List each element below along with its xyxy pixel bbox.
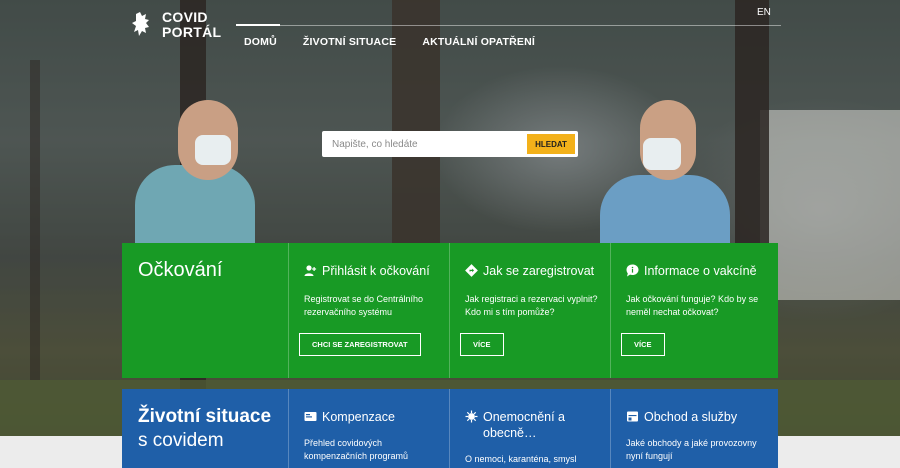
card-description: Jak registraci a rezervaci vyplnit? Kdo … xyxy=(465,294,598,317)
logo-text: COVID PORTÁL xyxy=(162,9,222,40)
register-button[interactable]: CHCI SE ZAREGISTROVAT xyxy=(299,333,421,356)
card-description: Jak očkování funguje? Kdo by se neměl ne… xyxy=(626,294,759,317)
background-building xyxy=(760,110,900,300)
nav-item-life-situations[interactable]: ŽIVOTNÍ SITUACE xyxy=(303,36,396,48)
vaccination-panel: Očkování Přihlásit k očkování Registrova… xyxy=(122,243,778,378)
life-card-shops[interactable]: Obchod a služby Jaké obchody a jaké prov… xyxy=(610,389,771,468)
direction-sign-icon xyxy=(465,264,478,277)
life-situations-subtitle: s covidem xyxy=(138,430,224,451)
life-situations-panel: Životní situace s covidem Kompenzace Pře… xyxy=(122,389,778,468)
card-title: Onemocnění a obecně… xyxy=(483,410,565,440)
card-description: Registrovat se do Centrálního rezervační… xyxy=(304,294,424,317)
nav-item-home[interactable]: DOMŮ xyxy=(244,36,277,48)
search-bar: HLEDAT xyxy=(322,131,578,157)
search-button[interactable]: HLEDAT xyxy=(527,134,575,154)
language-switch[interactable]: EN xyxy=(757,7,771,18)
card-title: Obchod a služby xyxy=(644,410,738,424)
user-plus-icon xyxy=(304,265,317,276)
background-person xyxy=(135,165,255,255)
vaccination-card-how-to-register: Jak se zaregistrovat Jak registraci a re… xyxy=(449,243,610,378)
virus-icon xyxy=(465,410,478,423)
card-title: Kompenzace xyxy=(322,410,395,424)
vaccination-card-register: Přihlásit k očkování Registrovat se do C… xyxy=(288,243,449,378)
card-icon xyxy=(304,412,317,421)
card-description: O nemoci, karanténa, smysl xyxy=(465,454,577,464)
search-input[interactable] xyxy=(322,131,527,157)
card-description: Jaké obchody a jaké provozovny nyní fung… xyxy=(626,438,757,461)
nav-divider xyxy=(236,25,781,26)
card-title[interactable]: Jak se zaregistrovat xyxy=(483,263,594,279)
lion-logo-icon xyxy=(132,12,149,36)
chat-info-icon xyxy=(626,264,639,277)
more-button[interactable]: VÍCE xyxy=(621,333,665,356)
site-logo[interactable]: COVID PORTÁL xyxy=(130,10,221,40)
shop-icon xyxy=(627,411,638,422)
main-nav: DOMŮ ŽIVOTNÍ SITUACE AKTUÁLNÍ OPATŘENÍ xyxy=(244,36,535,48)
card-description: Přehled covidových kompenzačních program… xyxy=(304,438,409,461)
face-mask xyxy=(195,135,231,165)
card-title[interactable]: Přihlásit k očkování xyxy=(322,263,430,279)
nav-active-indicator xyxy=(236,24,280,26)
vaccination-title: Očkování xyxy=(138,259,223,281)
background-tree xyxy=(735,0,769,260)
face-mask xyxy=(643,138,681,170)
vaccination-card-vaccine-info: Informace o vakcíně Jak očkování funguje… xyxy=(610,243,771,378)
card-title[interactable]: Informace o vakcíně xyxy=(644,263,757,279)
life-card-disease[interactable]: Onemocnění a obecně… O nemoci, karanténa… xyxy=(449,389,610,468)
nav-item-current-measures[interactable]: AKTUÁLNÍ OPATŘENÍ xyxy=(422,36,535,48)
life-situations-title[interactable]: Životní situace s covidem xyxy=(138,405,271,453)
background-tree xyxy=(30,60,40,380)
life-card-compensation[interactable]: Kompenzace Přehled covidových kompenzačn… xyxy=(288,389,449,468)
more-button[interactable]: VÍCE xyxy=(460,333,504,356)
